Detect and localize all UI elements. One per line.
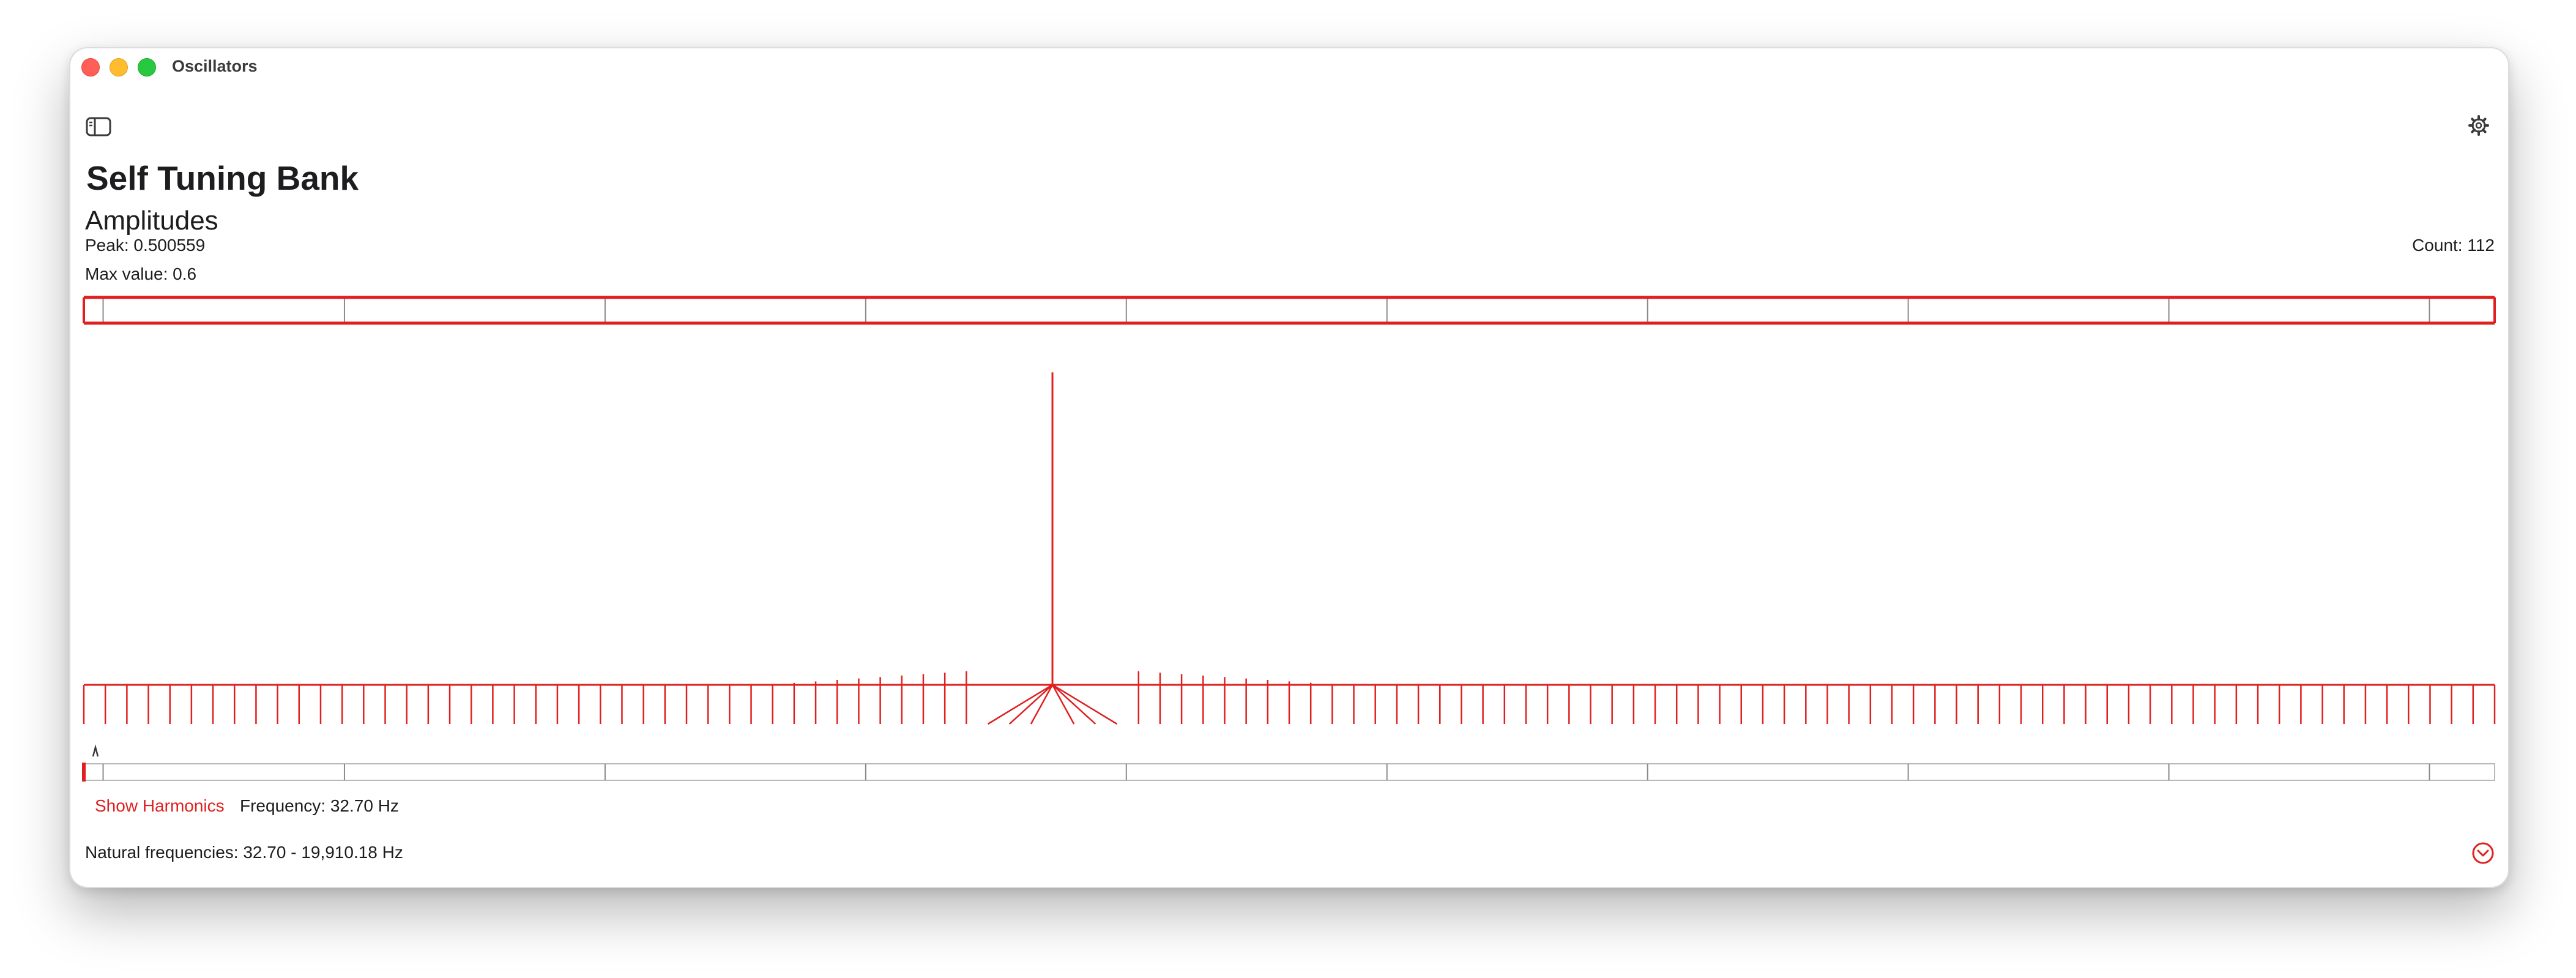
frequency-band-strip-top	[83, 296, 2496, 325]
amplitude-bars	[83, 372, 2496, 725]
natural-frequencies-readout: Natural frequencies: 32.70 - 19,910.18 H…	[85, 843, 403, 862]
frequency-band-strip-bottom[interactable]	[82, 744, 2495, 782]
app-window: Oscillators Self Tuning Bank Amplitudes …	[69, 47, 2509, 888]
band-strip-frame	[83, 297, 2495, 324]
oscillator-bar	[987, 684, 1053, 725]
oscillator-bar	[1052, 684, 1118, 725]
frequency-readout: Frequency: 32.70 Hz	[240, 796, 399, 815]
amplitudes-chart	[82, 296, 2496, 782]
chevron-down-circle-icon[interactable]	[2471, 842, 2495, 865]
oscillator-bar	[1052, 684, 1096, 725]
frequency-caret-icon	[92, 744, 99, 757]
show-harmonics-button[interactable]: Show Harmonics	[95, 796, 225, 816]
oscillator-bar	[1008, 684, 1053, 725]
band-strip-frame	[83, 763, 2495, 781]
